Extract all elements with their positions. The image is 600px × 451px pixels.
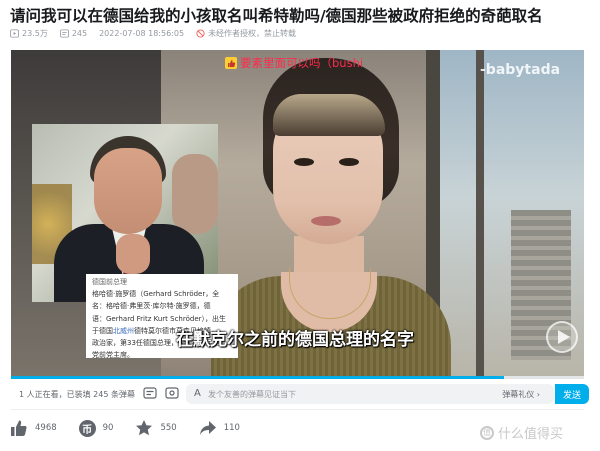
uploader-watermark: -babytada [480, 62, 561, 78]
share-icon [199, 421, 216, 435]
coin-count: 90 [102, 423, 114, 433]
video-subtitle: 在默克尔之前的德国总理的名字 [176, 330, 414, 350]
star-icon [136, 420, 153, 436]
danmaku-placeholder: 发个友善的弹幕见证当下 [208, 390, 296, 399]
view-count: 23.5万 [10, 28, 48, 39]
favorite-count: 550 [160, 423, 177, 433]
send-button[interactable]: 发送 [555, 384, 589, 404]
share-button[interactable]: 110 [199, 419, 240, 437]
forbidden-icon [196, 28, 205, 38]
play-button[interactable] [546, 321, 578, 353]
info-card-line: 语：Gerhard Fritz Kurt Schröder），出生 [92, 314, 227, 323]
like-button[interactable]: 4968 [10, 419, 57, 437]
info-card-link[interactable]: 北威州 [113, 327, 134, 335]
danmaku-comment: 要素里面可以吗（bushi [225, 55, 363, 71]
share-count: 110 [223, 423, 240, 433]
site-logo-icon: 值 [480, 425, 494, 440]
play-icon [557, 330, 570, 344]
copyright-notice: 未经作者授权，禁止转载 [196, 28, 296, 39]
presenter-bangs [273, 94, 385, 136]
info-card-line: 党前党主席。 [92, 351, 134, 360]
presenter-eye-right [339, 158, 359, 166]
danmaku-control-bar: 1 人正在看，已装填 245 条弹幕 A 发个友善的弹幕见证当下 弹幕礼仪 › … [11, 379, 589, 410]
coin-button[interactable]: 币 90 [78, 419, 114, 437]
info-card-heading: 德国前总理 [92, 278, 127, 286]
info-card-line: 格哈德·施罗德（Gerhard Schröder，全 [92, 290, 220, 299]
comment-count: 245 [59, 28, 87, 38]
danmaku-input[interactable]: A 发个友善的弹幕见证当下 弹幕礼仪 › [186, 384, 554, 404]
like-icon [11, 420, 27, 436]
font-style-icon[interactable]: A [194, 388, 201, 399]
site-watermark: 值 什么值得买 [480, 423, 563, 442]
viewer-count: 1 人正在看，已装填 245 条弹幕 [19, 390, 135, 399]
coin-icon: 币 [78, 419, 96, 437]
favorite-button[interactable]: 550 [135, 419, 177, 437]
photo-background-person [172, 154, 218, 234]
danmaku-settings-icon[interactable] [165, 386, 179, 400]
action-bar: 4968 币 90 550 110 [10, 416, 262, 440]
presenter-lips [311, 216, 341, 226]
video-meta: 23.5万 245 2022-07-08 18:56:05 未经作者授权，禁止转… [10, 26, 296, 40]
video-player[interactable]: -babytada 要素里面可以吗（bushi 德国前总理 格哈德·施罗德（Ge… [11, 50, 584, 378]
photo-face [94, 148, 162, 234]
danmaku-count-icon [59, 28, 69, 38]
danmaku-toggle-icon[interactable] [143, 386, 157, 400]
photo-hand [116, 234, 150, 274]
danmaku-etiquette-link[interactable]: 弹幕礼仪 › [502, 389, 540, 400]
window-bar [476, 50, 484, 378]
presenter-eye-left [294, 158, 314, 166]
publish-date: 2022-07-08 18:56:05 [99, 28, 185, 38]
thumbs-up-icon [225, 57, 237, 69]
like-count: 4968 [35, 423, 57, 433]
info-card-line: 名：格哈德·弗里茨·库尔特·施罗德，德 [92, 302, 211, 311]
play-count-icon [10, 28, 19, 38]
video-title: 请问我可以在德国给我的小孩取名叫希特勒吗/德国那些被政府拒绝的奇葩取名 [10, 7, 543, 25]
